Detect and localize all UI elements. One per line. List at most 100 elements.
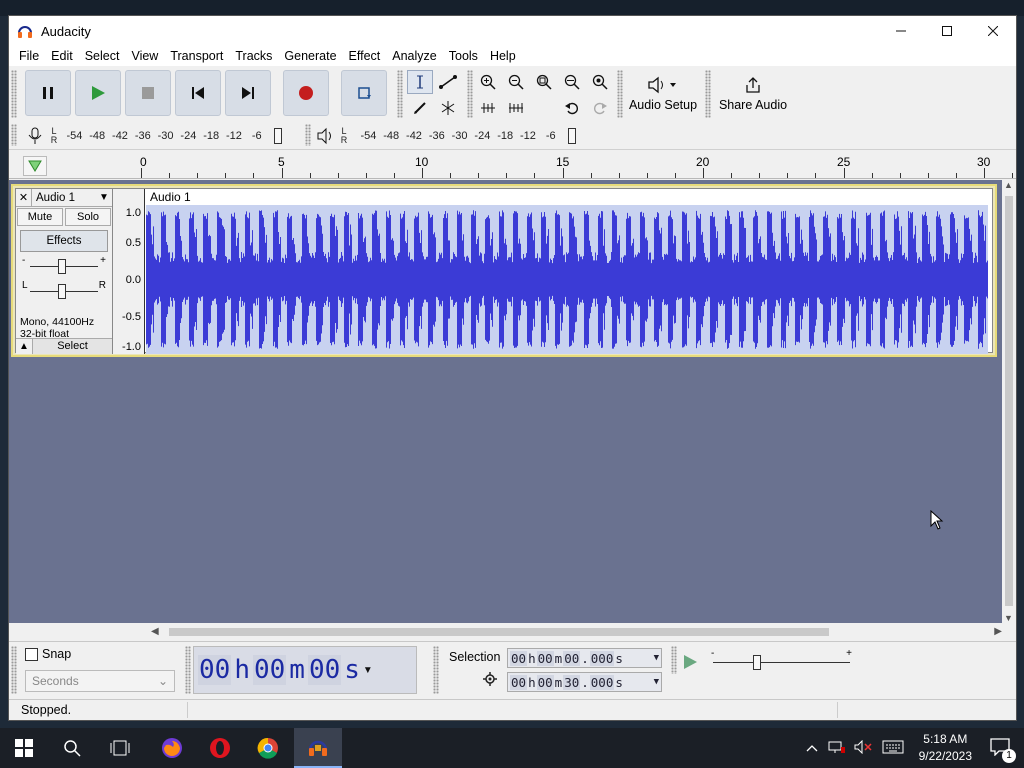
pan-slider-knob[interactable] bbox=[58, 284, 66, 299]
playback-meter-grip[interactable] bbox=[305, 124, 311, 146]
taskbar-clock[interactable]: 5:18 AM 9/22/2023 bbox=[919, 731, 972, 765]
menu-tools[interactable]: Tools bbox=[443, 49, 484, 63]
menu-analyze[interactable]: Analyze bbox=[386, 49, 442, 63]
time-toolbar-grip[interactable] bbox=[185, 646, 191, 694]
zoom-in-button[interactable] bbox=[475, 70, 501, 94]
menu-select[interactable]: Select bbox=[79, 49, 126, 63]
clip-title[interactable]: Audio 1 bbox=[146, 189, 988, 205]
track-area[interactable]: ✕ Audio 1 ▼ Mute Solo Effects - + L R Mo… bbox=[9, 180, 1002, 623]
menu-help[interactable]: Help bbox=[484, 49, 522, 63]
zoom-out-button[interactable] bbox=[503, 70, 529, 94]
selection-toolbar-grip[interactable] bbox=[433, 646, 439, 694]
draw-tool-button[interactable] bbox=[407, 96, 433, 120]
audacity-taskbar-button[interactable] bbox=[294, 728, 342, 768]
track-name-menu[interactable]: Audio 1 bbox=[32, 192, 96, 204]
menu-view[interactable]: View bbox=[125, 49, 164, 63]
timeline-ruler[interactable]: 0 5 10 15 20 25 30 bbox=[9, 151, 1016, 179]
menu-file[interactable]: File bbox=[13, 49, 45, 63]
effects-button[interactable]: Effects bbox=[20, 230, 108, 252]
scroll-right-icon[interactable]: ▶ bbox=[994, 625, 1002, 639]
play-head-marker-icon[interactable] bbox=[23, 156, 47, 176]
close-button[interactable] bbox=[970, 16, 1016, 46]
tools-toolbar-grip[interactable] bbox=[397, 70, 403, 118]
menu-generate[interactable]: Generate bbox=[278, 49, 342, 63]
amplitude-scale[interactable]: 1.0 0.5 0.0 -0.5 -1.0 bbox=[113, 189, 145, 354]
share-audio-button[interactable]: Share Audio bbox=[715, 68, 791, 120]
fit-project-button[interactable] bbox=[559, 70, 585, 94]
end-format-dropdown-icon[interactable]: ▼ bbox=[654, 677, 659, 687]
skip-to-start-button[interactable] bbox=[175, 70, 221, 116]
playback-speed-slider[interactable]: - + bbox=[709, 648, 854, 674]
transport-toolbar-grip[interactable] bbox=[11, 70, 17, 118]
snap-unit-select[interactable]: Seconds ⌄ bbox=[25, 670, 175, 692]
menu-transport[interactable]: Transport bbox=[164, 49, 229, 63]
minimize-button[interactable] bbox=[878, 16, 924, 46]
fit-selection-button[interactable] bbox=[531, 70, 557, 94]
selection-tool-button[interactable] bbox=[407, 70, 433, 94]
audio-setup-button[interactable]: Audio Setup bbox=[627, 68, 699, 120]
horizontal-scrollbar[interactable]: ◀ ▶ bbox=[149, 625, 1004, 639]
share-audio-toolbar-grip[interactable] bbox=[705, 70, 711, 118]
play-button[interactable] bbox=[75, 70, 121, 116]
chrome-taskbar-button[interactable] bbox=[244, 728, 292, 768]
start-format-dropdown-icon[interactable]: ▼ bbox=[654, 653, 659, 663]
collapse-track-icon[interactable]: ▲ bbox=[16, 341, 32, 352]
speed-slider-knob[interactable] bbox=[753, 655, 761, 670]
network-icon[interactable] bbox=[828, 740, 846, 757]
silence-audio-button[interactable] bbox=[503, 96, 529, 120]
edit-toolbar-grip[interactable] bbox=[467, 70, 473, 118]
snap-checkbox-box[interactable] bbox=[25, 647, 38, 661]
multi-tool-button[interactable] bbox=[435, 96, 461, 120]
vertical-scrollbar-thumb[interactable] bbox=[1005, 196, 1013, 606]
keyboard-icon[interactable] bbox=[882, 740, 904, 757]
horizontal-scrollbar-thumb[interactable] bbox=[169, 628, 829, 636]
gain-slider-knob[interactable] bbox=[58, 259, 66, 274]
pan-slider[interactable]: L R bbox=[22, 280, 106, 302]
start-button[interactable] bbox=[0, 728, 48, 768]
playback-meter-slider-knob[interactable] bbox=[568, 128, 577, 144]
vertical-scrollbar[interactable]: ▲ ▼ bbox=[1002, 180, 1016, 623]
maximize-button[interactable] bbox=[924, 16, 970, 46]
firefox-taskbar-button[interactable] bbox=[148, 728, 196, 768]
scroll-left-icon[interactable]: ◀ bbox=[151, 625, 159, 639]
opera-taskbar-button[interactable] bbox=[196, 728, 244, 768]
meter-toolbar-grip[interactable] bbox=[11, 124, 17, 146]
time-format-dropdown-icon[interactable]: ▼ bbox=[363, 665, 373, 676]
pause-button[interactable] bbox=[25, 70, 71, 116]
undo-button[interactable] bbox=[559, 96, 585, 120]
audio-track[interactable]: ✕ Audio 1 ▼ Mute Solo Effects - + L R Mo… bbox=[11, 184, 997, 357]
task-view-button[interactable] bbox=[96, 728, 144, 768]
time-display[interactable]: 00 h 00 m 00 s ▼ bbox=[193, 646, 417, 694]
track-select-button[interactable]: Select bbox=[32, 339, 112, 354]
menu-effect[interactable]: Effect bbox=[343, 49, 387, 63]
notifications-button[interactable]: 1 bbox=[976, 728, 1024, 768]
selection-start-field[interactable]: 00 h 00 m 00. 000 s ▼ bbox=[507, 648, 662, 668]
redo-button[interactable] bbox=[587, 96, 613, 120]
track-close-button[interactable]: ✕ bbox=[16, 188, 32, 207]
audio-setup-toolbar-grip[interactable] bbox=[617, 70, 623, 118]
recording-meter-slider-knob[interactable] bbox=[274, 128, 283, 144]
loop-button[interactable] bbox=[341, 70, 387, 116]
track-menu-dropdown-icon[interactable]: ▼ bbox=[96, 192, 112, 203]
search-button[interactable] bbox=[48, 728, 96, 768]
show-hidden-icons-chevron-icon[interactable] bbox=[806, 741, 818, 755]
mute-button[interactable]: Mute bbox=[17, 208, 63, 226]
selection-settings-gear-icon[interactable] bbox=[483, 672, 497, 689]
skip-to-end-button[interactable] bbox=[225, 70, 271, 116]
record-button[interactable] bbox=[283, 70, 329, 116]
snap-checkbox[interactable]: Snap bbox=[25, 647, 71, 661]
snap-toolbar-grip[interactable] bbox=[11, 646, 17, 694]
menu-tracks[interactable]: Tracks bbox=[229, 49, 278, 63]
gain-slider[interactable]: - + bbox=[22, 255, 106, 277]
waveform[interactable] bbox=[146, 205, 988, 354]
envelope-tool-button[interactable] bbox=[435, 70, 461, 94]
zoom-toggle-button[interactable] bbox=[587, 70, 613, 94]
recording-meter[interactable]: LR -54 -48 -42 -36 -30 -24 -18 -12 -6 bbox=[25, 124, 283, 148]
audio-clip[interactable]: Audio 1 bbox=[146, 189, 988, 354]
selection-end-field[interactable]: 00 h 00 m 30. 000 s ▼ bbox=[507, 672, 662, 692]
solo-button[interactable]: Solo bbox=[65, 208, 111, 226]
stop-button[interactable] bbox=[125, 70, 171, 116]
play-at-speed-grip[interactable] bbox=[671, 646, 677, 674]
trim-audio-button[interactable] bbox=[475, 96, 501, 120]
scroll-down-icon[interactable]: ▼ bbox=[1004, 613, 1013, 623]
